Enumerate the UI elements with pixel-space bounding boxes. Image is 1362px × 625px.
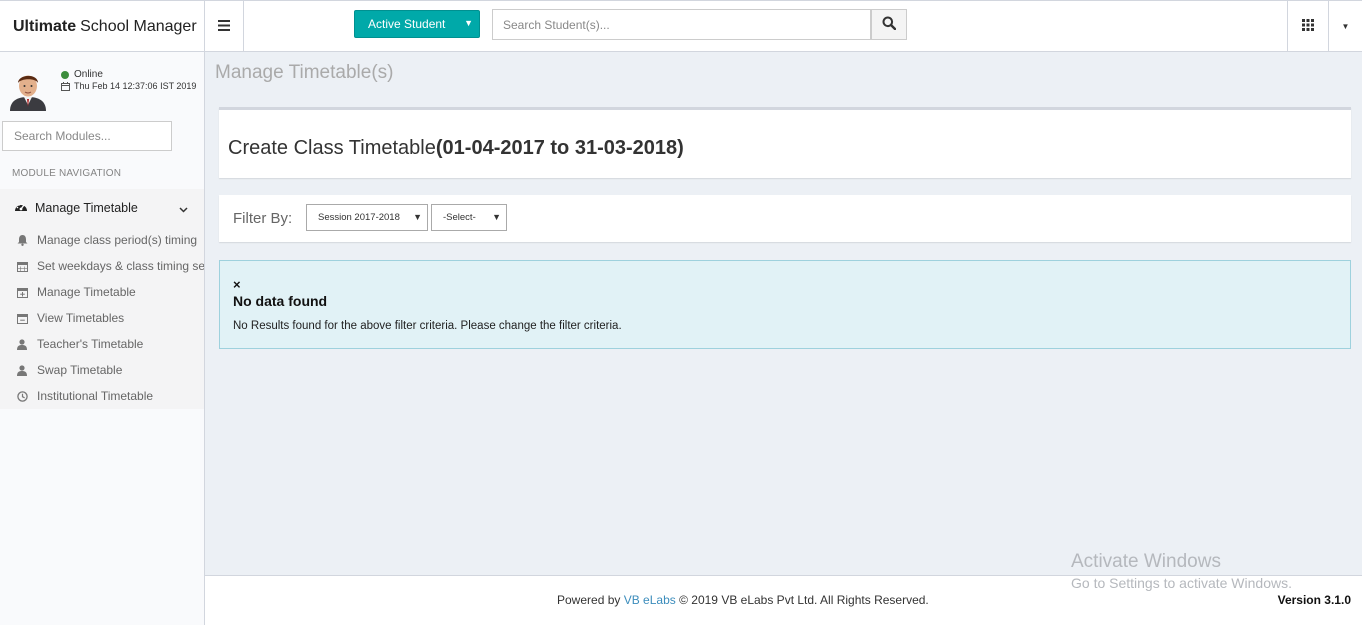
sidebar-item-label: View Timetables — [37, 311, 125, 325]
watermark-line-1: Activate Windows — [1071, 551, 1221, 572]
windows-activation-watermark: Activate Windows Go to Settings to activ… — [1071, 551, 1292, 591]
sidebar-item-institutional-timetable[interactable]: Institutional Timetable — [0, 383, 204, 409]
sidebar-item-weekdays-timing-sets[interactable]: Set weekdays & class timing sets — [0, 253, 204, 279]
powered-by-text: Powered by — [557, 593, 621, 607]
sidebar-item-label: Teacher's Timetable — [37, 337, 144, 351]
app-logo[interactable]: Ultimate School Manager — [0, 1, 205, 52]
menu-manage-timetable[interactable]: Manage Timetable — [0, 189, 204, 227]
active-student-label: Active Student — [368, 17, 446, 31]
user-panel: Online Thu Feb 14 12:37:06 IST 2019 — [0, 52, 204, 117]
caret-down-icon: ▼ — [492, 212, 501, 222]
filter-label: Filter By: — [233, 210, 293, 227]
active-student-dropdown[interactable]: Active Student ▼ — [354, 10, 480, 38]
create-timetable-heading: Create Class Timetable(01-04-2017 to 31-… — [228, 137, 684, 160]
sidebar-item-label: Manage class period(s) timing — [37, 233, 198, 247]
user-icon — [16, 364, 28, 376]
alert-title: No data found — [233, 293, 328, 309]
menu-label: Manage Timetable — [35, 201, 138, 215]
apps-grid-button[interactable] — [1287, 1, 1329, 52]
create-timetable-box: Create Class Timetable(01-04-2017 to 31-… — [219, 107, 1351, 178]
no-data-alert: × No data found No Results found for the… — [219, 260, 1351, 349]
top-navbar: Ultimate School Manager Active Student ▼… — [0, 0, 1362, 52]
dashboard-gauge-icon — [14, 201, 28, 215]
student-search-input[interactable] — [492, 9, 871, 40]
brand-bold: Ultimate — [13, 17, 77, 35]
caret-down-icon: ▼ — [464, 18, 473, 28]
sidebar-item-label: Institutional Timetable — [37, 389, 154, 403]
sidebar-item-teachers-timetable[interactable]: Teacher's Timetable — [0, 331, 204, 357]
footer-credits: Powered by VB eLabs © 2019 VB eLabs Pvt … — [557, 593, 929, 607]
copyright-text: © 2019 VB eLabs Pvt Ltd. All Rights Rese… — [679, 593, 929, 607]
brand-rest: School Manager — [80, 17, 197, 35]
alert-message: No Results found for the above filter cr… — [233, 320, 622, 332]
sidebar-item-swap-timetable[interactable]: Swap Timetable — [0, 357, 204, 383]
session-select[interactable]: Session 2017-2018 ▼ — [306, 204, 428, 231]
module-search-input[interactable] — [2, 121, 172, 151]
sidebar: Online Thu Feb 14 12:37:06 IST 2019 MODU… — [0, 52, 205, 625]
submenu-manage-timetable: Manage class period(s) timing Set weekda… — [0, 227, 204, 409]
company-link[interactable]: VB eLabs — [624, 593, 676, 607]
chevron-down-icon — [179, 202, 188, 216]
caret-down-icon: ▼ — [1341, 22, 1350, 31]
avatar[interactable] — [8, 69, 48, 111]
hamburger-icon — [218, 18, 230, 36]
calendar-plus-icon — [16, 286, 28, 298]
calendar-minus-icon — [16, 312, 28, 324]
bell-icon — [16, 234, 28, 246]
secondary-select-value: -Select- — [443, 212, 476, 223]
status-dot-icon — [61, 70, 69, 79]
page-title: Manage Timetable(s) — [215, 62, 394, 83]
sidebar-item-view-timetables[interactable]: View Timetables — [0, 305, 204, 331]
online-status: Online — [61, 69, 103, 80]
sidebar-item-label: Set weekdays & class timing sets — [37, 259, 204, 273]
sidebar-item-manage-timetable[interactable]: Manage Timetable — [0, 279, 204, 305]
student-search-button[interactable] — [871, 9, 907, 40]
current-datetime: Thu Feb 14 12:37:06 IST 2019 — [61, 81, 196, 91]
calendar-icon — [61, 81, 70, 91]
app-version: Version 3.1.0 — [1277, 593, 1351, 607]
secondary-filter-select[interactable]: -Select- ▼ — [431, 204, 507, 231]
sidebar-toggle-button[interactable] — [205, 1, 244, 52]
clock-icon — [16, 390, 28, 402]
caret-down-icon: ▼ — [413, 212, 422, 222]
heading-date-range: (01-04-2017 to 31-03-2018) — [435, 137, 684, 159]
sidebar-item-class-period-timing[interactable]: Manage class period(s) timing — [0, 227, 204, 253]
module-navigation-header: MODULE NAVIGATION — [12, 168, 122, 179]
watermark-line-2: Go to Settings to activate Windows. — [1071, 575, 1292, 591]
calendar-icon — [16, 260, 28, 272]
status-label: Online — [74, 69, 103, 80]
sidebar-item-label: Swap Timetable — [37, 363, 123, 377]
session-select-value: Session 2017-2018 — [318, 212, 400, 223]
datetime-text: Thu Feb 14 12:37:06 IST 2019 — [74, 81, 197, 91]
user-menu-dropdown[interactable]: ▼ — [1329, 1, 1362, 52]
user-icon — [16, 338, 28, 350]
heading-prefix: Create Class Timetable — [228, 137, 436, 159]
filter-box: Filter By: Session 2017-2018 ▼ -Select- … — [219, 195, 1351, 242]
close-icon[interactable]: × — [233, 277, 241, 292]
grid-icon — [1302, 19, 1314, 34]
sidebar-item-label: Manage Timetable — [37, 285, 136, 299]
search-icon — [882, 16, 897, 33]
